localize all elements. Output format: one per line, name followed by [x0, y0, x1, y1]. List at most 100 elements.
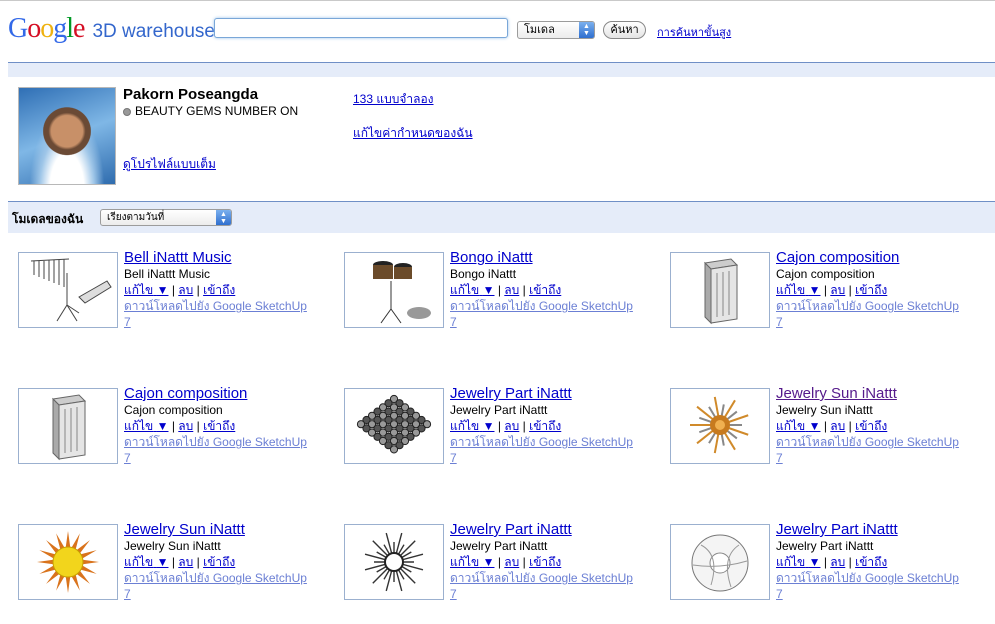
delete-link[interactable]: ลบ: [830, 419, 845, 433]
model-title-link[interactable]: Bell iNattt Music: [124, 249, 344, 266]
access-link[interactable]: เข้าถึง: [855, 283, 887, 297]
separator: |: [171, 283, 175, 297]
edit-link[interactable]: แก้ไข ▼: [776, 419, 820, 433]
edit-label: แก้ไข: [124, 555, 154, 569]
logo-letter: l: [66, 13, 74, 44]
separator: |: [848, 283, 852, 297]
sort-select[interactable]: เรียงตามวันที่ ▲ ▼: [100, 209, 232, 226]
download-label: ดาวน์โหลดไปยัง Google SketchUp: [776, 435, 959, 449]
sketchup-version: 7: [776, 315, 783, 329]
edit-link[interactable]: แก้ไข ▼: [450, 419, 494, 433]
delete-link[interactable]: ลบ: [830, 283, 845, 297]
separator: |: [823, 555, 827, 569]
delete-link[interactable]: ลบ: [178, 283, 193, 297]
download-label: ดาวน์โหลดไปยัง Google SketchUp: [124, 299, 307, 313]
gem-grid-icon[interactable]: [344, 388, 444, 464]
search-scope-select[interactable]: โมเดล ▲ ▼: [517, 21, 595, 39]
delete-link[interactable]: ลบ: [178, 555, 193, 569]
chevron-down-icon: ▼: [156, 419, 169, 433]
edit-label: แก้ไข: [776, 283, 806, 297]
edit-settings-link[interactable]: แก้ไขค่ากำหนดของฉัน: [353, 124, 473, 143]
select-arrows-icon: ▲ ▼: [579, 22, 594, 38]
download-sketchup-link[interactable]: ดาวน์โหลดไปยัง Google SketchUp 7: [124, 299, 307, 329]
edit-link[interactable]: แก้ไข ▼: [450, 555, 494, 569]
edit-link[interactable]: แก้ไข ▼: [124, 419, 168, 433]
model-actions: แก้ไข ▼ | ลบ | เข้าถึง: [776, 418, 995, 434]
edit-link[interactable]: แก้ไข ▼: [776, 283, 820, 297]
model-title-link[interactable]: Cajon composition: [124, 385, 344, 402]
edit-link[interactable]: แก้ไข ▼: [450, 283, 494, 297]
chimes-stand-icon[interactable]: [18, 252, 118, 328]
edit-label: แก้ไข: [124, 419, 154, 433]
access-link[interactable]: เข้าถึง: [855, 555, 887, 569]
access-link[interactable]: เข้าถึง: [855, 419, 887, 433]
download-sketchup-link[interactable]: ดาวน์โหลดไปยัง Google SketchUp 7: [124, 571, 307, 601]
access-link[interactable]: เข้าถึง: [203, 419, 235, 433]
sketchup-version: 7: [124, 315, 131, 329]
model-title-link[interactable]: Jewelry Part iNattt: [776, 521, 995, 538]
edit-link[interactable]: แก้ไข ▼: [124, 283, 168, 297]
access-link[interactable]: เข้าถึง: [529, 419, 561, 433]
download-label: ดาวน์โหลดไปยัง Google SketchUp: [124, 435, 307, 449]
download-row: ดาวน์โหลดไปยัง Google SketchUp 7: [124, 570, 344, 602]
profile-status: BEAUTY GEMS NUMBER ON: [123, 104, 298, 118]
golden-sun-icon[interactable]: [18, 524, 118, 600]
separator: |: [823, 419, 827, 433]
search-input[interactable]: [214, 18, 508, 38]
spiky-sun-icon[interactable]: [670, 388, 770, 464]
cajon-box-icon[interactable]: [18, 388, 118, 464]
delete-link[interactable]: ลบ: [504, 419, 519, 433]
google-3d-warehouse-logo[interactable]: Google 3D warehouse: [8, 13, 215, 47]
model-card: Jewelry Part iNattt Jewelry Part iNattt …: [344, 385, 664, 488]
model-title-link[interactable]: Jewelry Part iNattt: [450, 385, 670, 402]
advanced-search-link[interactable]: การค้นหาขั้นสูง: [657, 23, 731, 41]
download-sketchup-link[interactable]: ดาวน์โหลดไปยัง Google SketchUp 7: [776, 435, 959, 465]
swirl-ring-icon[interactable]: [670, 524, 770, 600]
avatar[interactable]: [18, 87, 116, 185]
edit-label: แก้ไข: [450, 283, 480, 297]
edit-link[interactable]: แก้ไข ▼: [124, 555, 168, 569]
chevron-down-icon: ▼: [482, 283, 495, 297]
separator: |: [196, 555, 200, 569]
my-models-bar: โมเดลของฉัน เรียงตามวันที่ ▲ ▼: [8, 201, 995, 233]
download-sketchup-link[interactable]: ดาวน์โหลดไปยัง Google SketchUp 7: [776, 299, 959, 329]
access-link[interactable]: เข้าถึง: [529, 283, 561, 297]
model-title-link[interactable]: Jewelry Part iNattt: [450, 521, 670, 538]
full-profile-link[interactable]: ดูโปรไฟล์แบบเต็ม: [123, 155, 216, 174]
profile-status-text: BEAUTY GEMS NUMBER ON: [135, 104, 299, 118]
model-subtitle: Bongo iNattt: [450, 267, 517, 281]
logo-letter: e: [73, 13, 85, 44]
search-button[interactable]: ค้นหา: [603, 21, 646, 39]
access-link[interactable]: เข้าถึง: [203, 555, 235, 569]
bongo-drum-icon[interactable]: [344, 252, 444, 328]
download-sketchup-link[interactable]: ดาวน์โหลดไปยัง Google SketchUp 7: [450, 299, 633, 329]
access-link[interactable]: เข้าถึง: [529, 555, 561, 569]
model-title-link[interactable]: Jewelry Sun iNattt: [124, 521, 344, 538]
download-label: ดาวน์โหลดไปยัง Google SketchUp: [450, 435, 633, 449]
product-name: 3D warehouse: [92, 21, 215, 42]
download-sketchup-link[interactable]: ดาวน์โหลดไปยัง Google SketchUp 7: [776, 571, 959, 601]
download-sketchup-link[interactable]: ดาวน์โหลดไปยัง Google SketchUp 7: [450, 571, 633, 601]
model-title-link[interactable]: Cajon composition: [776, 249, 995, 266]
cajon-box-icon[interactable]: [670, 252, 770, 328]
model-title-link[interactable]: Jewelry Sun iNattt: [776, 385, 995, 402]
model-info: Jewelry Part iNattt Jewelry Part iNattt …: [450, 385, 670, 466]
model-actions: แก้ไข ▼ | ลบ | เข้าถึง: [776, 554, 995, 570]
sketchup-version: 7: [124, 451, 131, 465]
delete-link[interactable]: ลบ: [504, 283, 519, 297]
delete-link[interactable]: ลบ: [830, 555, 845, 569]
access-link[interactable]: เข้าถึง: [203, 283, 235, 297]
model-card: Bell iNattt Music Bell iNattt Music แก้ไ…: [18, 249, 338, 352]
model-card: Cajon composition Cajon composition แก้ไ…: [18, 385, 338, 488]
star-flower-icon[interactable]: [344, 524, 444, 600]
model-title-link[interactable]: Bongo iNattt: [450, 249, 670, 266]
download-sketchup-link[interactable]: ดาวน์โหลดไปยัง Google SketchUp 7: [450, 435, 633, 465]
edit-link[interactable]: แก้ไข ▼: [776, 555, 820, 569]
chevron-down-icon: ▼: [156, 555, 169, 569]
download-sketchup-link[interactable]: ดาวน์โหลดไปยัง Google SketchUp 7: [124, 435, 307, 465]
delete-link[interactable]: ลบ: [504, 555, 519, 569]
model-count-link[interactable]: 133 แบบจำลอง: [353, 90, 434, 109]
separator: |: [497, 555, 501, 569]
delete-link[interactable]: ลบ: [178, 419, 193, 433]
download-label: ดาวน์โหลดไปยัง Google SketchUp: [450, 299, 633, 313]
